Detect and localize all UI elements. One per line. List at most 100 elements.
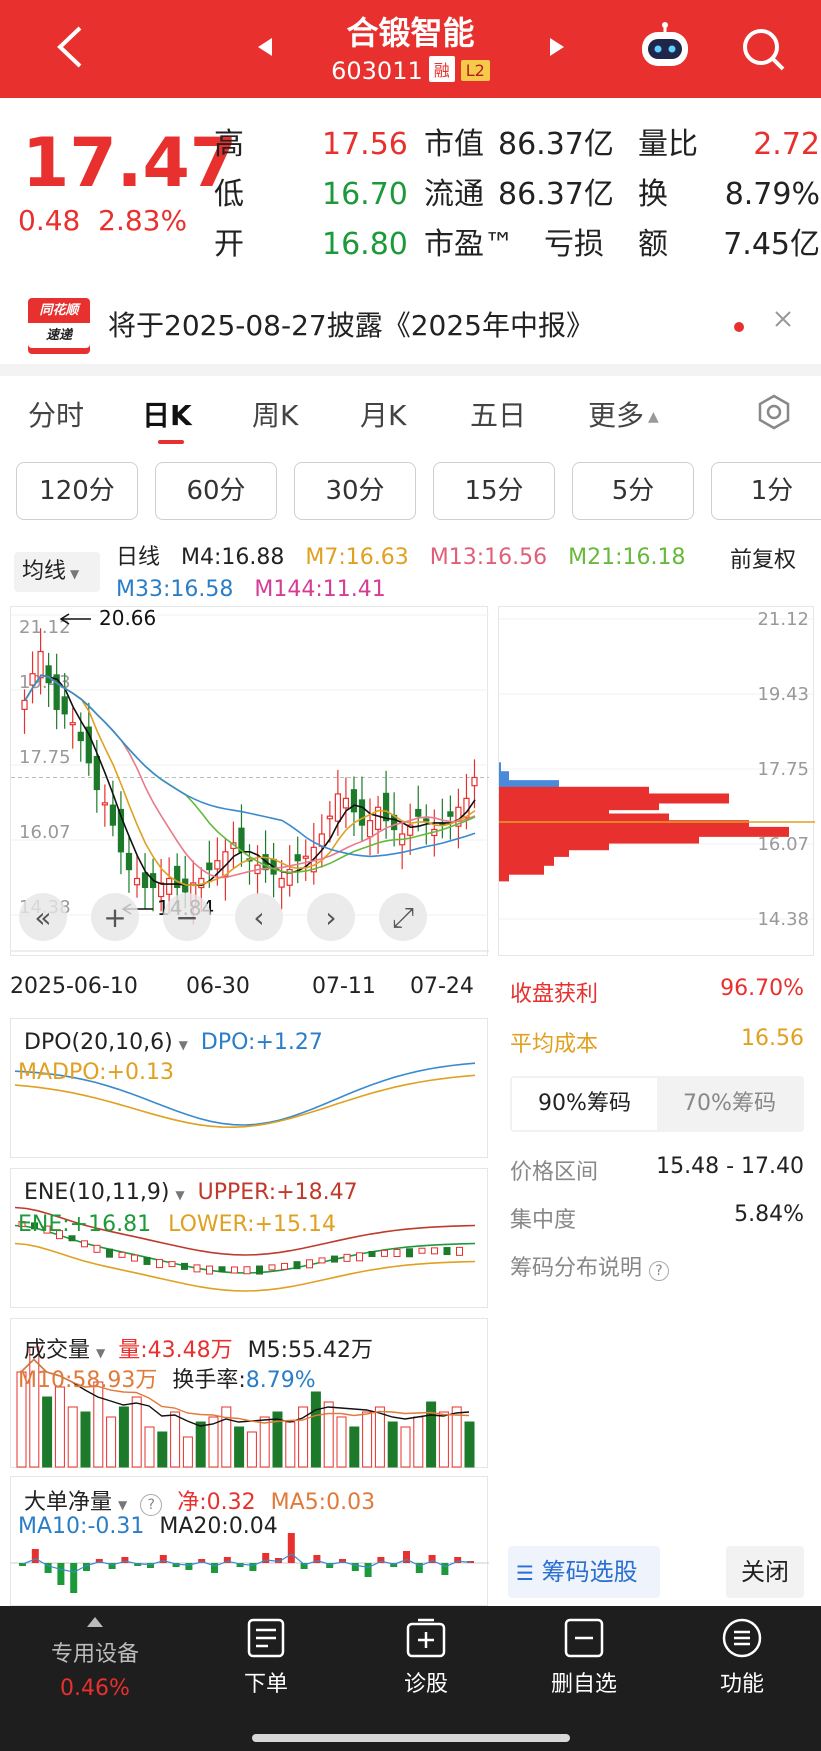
- settings-icon[interactable]: [756, 394, 792, 434]
- adjust-mode[interactable]: 前复权: [730, 542, 796, 574]
- ene-candle: [343, 1253, 351, 1262]
- nav-order[interactable]: 下单: [236, 1616, 296, 1697]
- volume-bar: [349, 1426, 360, 1468]
- tab-3[interactable]: 月K: [360, 394, 406, 434]
- nav-remove-watch[interactable]: 删自选: [548, 1616, 620, 1697]
- nav-diagnose-label: 诊股: [403, 1672, 448, 1697]
- chip-help-link[interactable]: 筹码分布说明 ?: [510, 1250, 670, 1282]
- turnover-rate-value: 8.79%: [245, 1368, 316, 1393]
- period-button-3[interactable]: 15分: [433, 462, 555, 520]
- kline-chart[interactable]: 21.1219.4317.7516.0714.3820.6614.84«+−‹›…: [10, 606, 489, 956]
- bigorder-ma5: MA5:0.03: [270, 1490, 376, 1515]
- y-tick-label: 17.75: [19, 747, 71, 768]
- robot-assistant-icon[interactable]: [638, 22, 692, 76]
- high-label: 高: [214, 127, 244, 162]
- nav-diagnose[interactable]: 诊股: [396, 1616, 456, 1697]
- caret-down-icon: ▼: [118, 1498, 128, 1512]
- chip-tab-70[interactable]: 70%筹码: [657, 1078, 802, 1130]
- candle-body: [93, 755, 100, 791]
- candle-body: [415, 808, 422, 817]
- search-icon[interactable]: [740, 26, 786, 76]
- ene-candle: [431, 1247, 438, 1255]
- tab-label: 五日: [470, 399, 527, 432]
- chip-tab-90[interactable]: 90%筹码: [512, 1078, 657, 1130]
- caret-down-icon: ▼: [96, 1346, 106, 1360]
- ene-candle: [281, 1262, 288, 1270]
- candle-body: [350, 789, 358, 813]
- volume-bar: [438, 1411, 449, 1468]
- volume-bar: [426, 1401, 437, 1468]
- tab-4[interactable]: 五日: [470, 394, 526, 434]
- divider: [0, 364, 821, 376]
- chip-select-button[interactable]: ☰ 筹码选股: [508, 1546, 660, 1598]
- candle-body: [206, 862, 213, 871]
- period-button-0[interactable]: 120分: [16, 462, 138, 520]
- notice-bar[interactable]: 同花顺 速递 将于2025-08-27披露《2025年中报》: [0, 268, 821, 358]
- open-value: 16.80: [322, 227, 408, 262]
- margin-tag: 融: [428, 56, 455, 82]
- ma-m4: M4:16.88: [181, 545, 285, 570]
- pe-value: 亏损: [544, 227, 604, 262]
- caret-down-icon: ▼: [178, 1038, 188, 1052]
- candle-body: [382, 792, 390, 822]
- candle-body: [302, 855, 309, 859]
- chip-distribution-chart[interactable]: 21.12 19.43 17.75 16.07 14.38: [498, 606, 815, 956]
- tab-0[interactable]: 分时: [28, 394, 84, 434]
- ene-candle: [306, 1259, 313, 1269]
- candle-body: [471, 776, 478, 787]
- zoom-in-icon-glyph: +: [103, 901, 126, 934]
- ene-candle: [131, 1254, 138, 1262]
- ma-selector[interactable]: 均线 ▼: [14, 552, 100, 592]
- ma-m13: M13:16.56: [429, 545, 548, 570]
- bigorder-name[interactable]: 大单净量: [24, 1490, 112, 1515]
- period-button-4[interactable]: 5分: [572, 462, 694, 520]
- high-value: 17.56: [322, 127, 408, 162]
- tab-label: 更多: [588, 399, 645, 432]
- ene-candle: [456, 1246, 463, 1256]
- ene-candle: [181, 1262, 188, 1270]
- chip-close-button[interactable]: 关闭: [726, 1546, 804, 1598]
- candle-body: [423, 818, 430, 822]
- dpo-name[interactable]: DPO(20,10,6): [24, 1030, 173, 1055]
- sector-name[interactable]: 专用设备: [40, 1636, 150, 1668]
- candle-body: [238, 827, 245, 853]
- bigorder-bar: [57, 1563, 65, 1585]
- candle-body: [77, 731, 84, 742]
- volume-bar: [131, 1396, 142, 1468]
- nav-functions[interactable]: 功能: [712, 1616, 772, 1697]
- ene-candle: [206, 1265, 213, 1275]
- ene-name[interactable]: ENE(10,11,9): [24, 1180, 169, 1205]
- sector-pct: 0.46%: [60, 1676, 130, 1701]
- y-tick-label: 16.07: [19, 822, 71, 843]
- diagnose-plus-icon: [406, 1618, 446, 1658]
- caret-down-icon: ▼: [175, 1188, 185, 1202]
- y-tick-label: 19.43: [19, 672, 71, 693]
- header-bar: 合锻智能 603011 融 L2: [0, 0, 821, 98]
- quote-values-col2: 86.37亿 86.37亿 亏损: [498, 120, 614, 270]
- change-pct: 2.83%: [98, 204, 188, 237]
- help-icon[interactable]: ?: [140, 1494, 163, 1516]
- help-icon: ?: [649, 1261, 670, 1281]
- period-button-5[interactable]: 1分: [711, 462, 821, 520]
- next-stock-icon[interactable]: [548, 36, 566, 62]
- chip-y-tick: 14.38: [757, 909, 809, 930]
- volume-name[interactable]: 成交量: [24, 1338, 90, 1363]
- price-change: 0.48 2.83%: [18, 204, 187, 237]
- quote-values-col1: 17.56 16.70 16.80: [322, 120, 408, 270]
- tab-5[interactable]: 更多 ▲: [588, 394, 659, 434]
- ene-candle: [93, 1244, 101, 1253]
- tab-2[interactable]: 周K: [252, 394, 298, 434]
- period-button-2[interactable]: 30分: [294, 462, 416, 520]
- volume-bar: [42, 1396, 53, 1468]
- candle-body: [326, 815, 333, 820]
- bigorder-ma10: MA10:-0.31: [18, 1514, 145, 1539]
- volume-bar: [234, 1426, 245, 1468]
- tab-1[interactable]: 日K: [142, 394, 192, 444]
- close-notice-icon[interactable]: [772, 308, 794, 334]
- period-button-1[interactable]: 60分: [155, 462, 277, 520]
- volume-m10: M10:58.93万: [18, 1368, 158, 1393]
- candle-body: [37, 650, 44, 679]
- volume-bar: [451, 1406, 462, 1468]
- volume-bar: [323, 1401, 334, 1468]
- volume-bar: [374, 1406, 385, 1468]
